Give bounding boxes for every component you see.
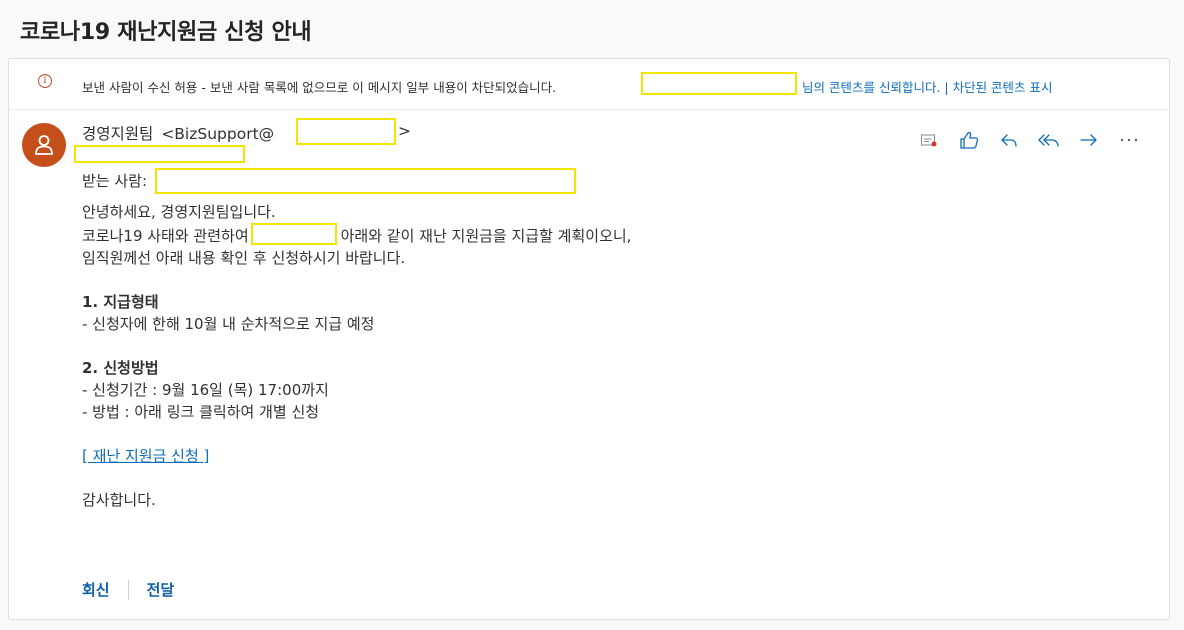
sender-email-suffix: > xyxy=(398,122,411,140)
body-line: 코로나19 사태와 관련하여 아래와 같이 재난 지원금을 지급할 계획이오니, xyxy=(82,223,1082,247)
like-button[interactable] xyxy=(949,125,989,155)
forward-footer-button[interactable]: 전달 xyxy=(147,579,175,600)
footer-actions: 회신 전달 xyxy=(82,579,174,600)
section-heading: 1. 지급형태 xyxy=(82,293,159,311)
body-text-part: 코로나19 사태와 관련하여 xyxy=(82,227,249,245)
closing: 감사합니다. xyxy=(82,491,156,509)
sensitivity-button[interactable] xyxy=(909,125,949,155)
blocked-content-banner: i 보낸 사람이 수신 허용 - 보낸 사람 목록에 없으므로 이 메시지 일부… xyxy=(9,59,1169,110)
apply-link[interactable]: [ 재난 지원금 신청 ] xyxy=(82,447,209,465)
to-label: 받는 사람: xyxy=(82,172,148,190)
like-icon xyxy=(960,131,979,149)
sender-email-prefix: <BizSupport@ xyxy=(161,125,275,143)
trust-sender-link[interactable]: 님의 콘텐츠를 신뢰합니다. | 차단된 콘텐츠 표시 xyxy=(802,77,1053,96)
redacted-recipients xyxy=(155,168,576,194)
reply-all-button[interactable] xyxy=(1029,125,1069,155)
info-icon: i xyxy=(38,74,52,88)
redacted-email-domain xyxy=(296,118,396,145)
sender-line[interactable]: 경영지원팀 <BizSupport@ xyxy=(82,122,274,144)
reply-all-icon xyxy=(1038,134,1059,147)
forward-icon xyxy=(1080,134,1097,146)
body-text-part: 아래와 같이 재난 지원금을 지급할 계획이오니, xyxy=(340,227,632,245)
redacted-company xyxy=(250,223,337,245)
reply-footer-button[interactable]: 회신 xyxy=(82,579,110,600)
section-item: - 신청기간 : 9월 16일 (목) 17:00까지 xyxy=(82,381,329,399)
more-icon xyxy=(1120,138,1138,142)
reply-icon xyxy=(1001,134,1017,147)
section-item: - 방법 : 아래 링크 클릭하여 개별 신청 xyxy=(82,403,320,421)
message-body: 안녕하세요, 경영지원팀입니다. 코로나19 사태와 관련하여 아래와 같이 재난… xyxy=(82,201,1082,511)
sensitivity-icon xyxy=(921,134,937,147)
divider xyxy=(127,579,129,600)
person-icon xyxy=(35,135,53,155)
reply-button[interactable] xyxy=(989,125,1029,155)
email-subject: 코로나19 재난지원금 신청 안내 xyxy=(20,20,312,45)
reading-pane: i 보낸 사람이 수신 허용 - 보낸 사람 목록에 없으므로 이 메시지 일부… xyxy=(8,58,1170,620)
message-actions xyxy=(909,125,1149,155)
greeting: 안녕하세요, 경영지원팀입니다. xyxy=(82,203,276,221)
redacted-sender-box xyxy=(641,72,797,95)
section-heading: 2. 신청방법 xyxy=(82,359,159,377)
more-options-button[interactable] xyxy=(1109,125,1149,155)
sender-name: 경영지원팀 xyxy=(82,125,154,143)
section-item: - 신청자에 한해 10월 내 순차적으로 지급 예정 xyxy=(82,315,375,333)
forward-button[interactable] xyxy=(1069,125,1109,155)
body-line: 임직원께선 아래 내용 확인 후 신청하시기 바랍니다. xyxy=(82,249,406,267)
banner-message: 보낸 사람이 수신 허용 - 보낸 사람 목록에 없으므로 이 메시지 일부 내… xyxy=(82,80,557,95)
avatar[interactable] xyxy=(22,123,66,167)
redacted-date xyxy=(74,145,245,163)
